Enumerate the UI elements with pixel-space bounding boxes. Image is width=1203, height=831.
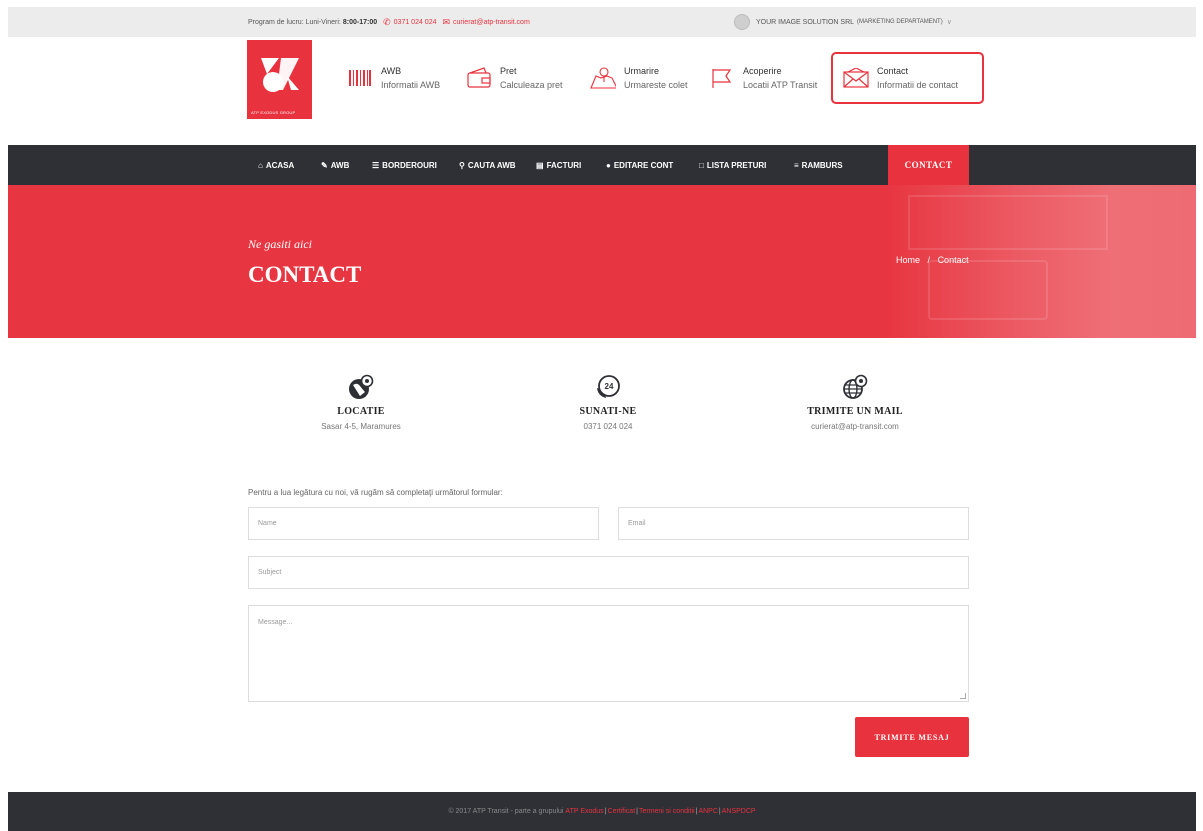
nav-item-lista-preturi[interactable]: □ LISTA PRETURI	[699, 145, 766, 185]
phone-24-icon: 24	[508, 372, 708, 402]
page-banner: Ne gasiti aici CONTACT Home / Contact	[8, 185, 1196, 338]
footer-link-atp-exodus[interactable]: ATP Exodus	[565, 808, 603, 815]
flag-icon	[709, 65, 735, 91]
nav-item-editare-cont[interactable]: ● EDITARE CONT	[606, 145, 673, 185]
nav-item-rambers[interactable]: ≡ RAMBURS	[794, 145, 843, 185]
list-icon: ☰	[372, 160, 380, 170]
export-icon: □	[699, 160, 704, 170]
logo-tagline: ATP EXODUS GROUP	[251, 110, 296, 115]
feature-urmarire[interactable]: Urmarire Urmareste colet	[590, 52, 688, 104]
map-pin-icon	[590, 65, 616, 91]
main-nav: ⌂ ACASA ✎ AWB ☰ BORDEROURI ⚲ CAUTA AWB ▤ FACT…	[8, 145, 1196, 185]
feature-contact[interactable]: Contact Informatii de contact	[831, 52, 984, 104]
message-placeholder: Message...	[258, 619, 293, 626]
wallet-icon	[466, 65, 492, 91]
barcode-icon	[347, 65, 373, 91]
feature-subtitle: Informatii AWB	[381, 80, 441, 90]
info-phone: 24 SUNATI-NE 0371 024 024	[508, 372, 708, 431]
name-input[interactable]: Name	[248, 507, 599, 540]
pencil-icon: ✎	[321, 160, 328, 170]
breadcrumb-home[interactable]: Home	[896, 255, 920, 265]
logo[interactable]: ATP EXODUS GROUP	[247, 40, 312, 119]
user-menu[interactable]: YOUR IMAGE SOLUTION SRL (MARKETING DEPAR…	[734, 7, 952, 37]
banner-subtitle: Ne gasiti aici	[248, 237, 312, 251]
nav-label: CAUTA AWB	[467, 160, 516, 170]
feature-title: AWB	[381, 66, 402, 76]
email-input[interactable]: Email	[618, 507, 969, 540]
form-intro: Pentru a lua legătura cu noi, vă rugăm s…	[248, 488, 503, 497]
nav-label: RAMBURS	[801, 160, 843, 170]
nav-label: AWB	[330, 160, 350, 170]
feature-title: Urmarire	[624, 66, 659, 76]
hours-label: Program de lucru: Luni-Vineri:	[248, 18, 341, 26]
feature-title: Pret	[500, 66, 517, 76]
feature-awb[interactable]: AWB Informatii AWB	[347, 52, 440, 104]
user-icon: ●	[606, 160, 611, 170]
footer-link-certificat[interactable]: Certificat	[608, 808, 636, 815]
feature-subtitle: Urmareste colet	[624, 80, 688, 90]
nav-item-contact[interactable]: CONTACT	[888, 145, 969, 185]
footer-link-anspdcp[interactable]: ANSPDCP	[722, 808, 756, 815]
feature-subtitle: Locatii ATP Transit	[743, 80, 818, 90]
info-value: Sasar 4-5, Maramures	[321, 422, 401, 431]
footer: © 2017 ATP Transit - parte a grupului AT…	[8, 792, 1196, 831]
email-link[interactable]: curierat@atp-transit.com	[453, 19, 530, 26]
svg-text:24: 24	[605, 382, 614, 391]
nav-item-acasa[interactable]: ⌂ ACASA	[258, 145, 294, 185]
nav-label: EDITARE CONT	[613, 160, 674, 170]
invoice-icon: ▤	[536, 160, 544, 170]
feature-pret[interactable]: Pret Calculeaza pret	[466, 52, 563, 104]
feature-title: Contact	[877, 66, 909, 76]
breadcrumb-current: Contact	[937, 255, 969, 265]
nav-label: LISTA PRETURI	[706, 160, 767, 170]
submit-button[interactable]: TRIMITE MESAJ	[855, 717, 969, 757]
home-icon: ⌂	[258, 160, 263, 170]
search-icon: ⚲	[459, 160, 465, 170]
feature-subtitle: Informatii de contact	[877, 80, 959, 90]
nav-label: FACTURI	[546, 160, 582, 170]
subject-input[interactable]: Subject	[248, 556, 969, 589]
logo-mark-icon	[261, 58, 299, 92]
user-name: YOUR IMAGE SOLUTION SRL	[756, 18, 855, 26]
info-heading: TRIMITE UN MAIL	[807, 406, 903, 417]
nav-item-borderouri[interactable]: ☰ BORDEROURI	[372, 145, 437, 185]
breadcrumb-separator: /	[927, 255, 931, 265]
mail-icon: ✉	[442, 16, 451, 27]
chevron-down-icon: ∨	[946, 19, 952, 26]
info-heading: SUNATI-NE	[579, 406, 637, 417]
feature-title: Acoperire	[743, 66, 782, 76]
envelope-icon	[843, 65, 869, 91]
info-email: TRIMITE UN MAIL curierat@atp-transit.com	[755, 372, 955, 431]
message-textarea[interactable]: Message...	[248, 605, 969, 702]
breadcrumb: Home / Contact	[896, 255, 969, 265]
info-value: curierat@atp-transit.com	[811, 422, 899, 431]
nav-item-facturi[interactable]: ▤ FACTURI	[536, 145, 581, 185]
globe-pin-icon	[261, 372, 461, 402]
feature-acoperire[interactable]: Acoperire Locatii ATP Transit	[709, 52, 817, 104]
phone-icon: ✆	[383, 16, 391, 27]
info-value: 0371 024 024	[583, 422, 633, 431]
bars-icon: ≡	[794, 160, 799, 170]
avatar	[734, 14, 750, 30]
footer-copyright: © 2017 ATP Transit - parte a grupului	[448, 808, 564, 815]
nav-item-cauta-awb[interactable]: ⚲ CAUTA AWB	[459, 145, 516, 185]
info-location: LOCATIE Sasar 4-5, Maramures	[261, 372, 461, 431]
feature-subtitle: Calculeaza pret	[500, 80, 563, 90]
web-pin-icon	[755, 372, 955, 402]
page-title: CONTACT	[248, 262, 362, 287]
hours-value: 8:00-17:00	[342, 18, 378, 26]
phone-link[interactable]: 0371 024 024	[394, 19, 437, 26]
nav-label: ACASA	[265, 160, 295, 170]
footer-link-termeni[interactable]: Termeni si conditii	[639, 808, 695, 815]
nav-label: BORDEROURI	[382, 160, 437, 170]
nav-item-awb[interactable]: ✎ AWB	[321, 145, 349, 185]
contact-strip: Program de lucru: Luni-Vineri: 8:00-17:0…	[248, 7, 530, 37]
info-heading: LOCATIE	[337, 406, 385, 417]
user-department: (MARKETING DEPARTAMENT)	[857, 19, 943, 25]
resize-handle-icon[interactable]	[960, 693, 966, 699]
footer-link-anpc[interactable]: ANPC	[698, 808, 717, 815]
top-bar: Program de lucru: Luni-Vineri: 8:00-17:0…	[8, 7, 1196, 37]
